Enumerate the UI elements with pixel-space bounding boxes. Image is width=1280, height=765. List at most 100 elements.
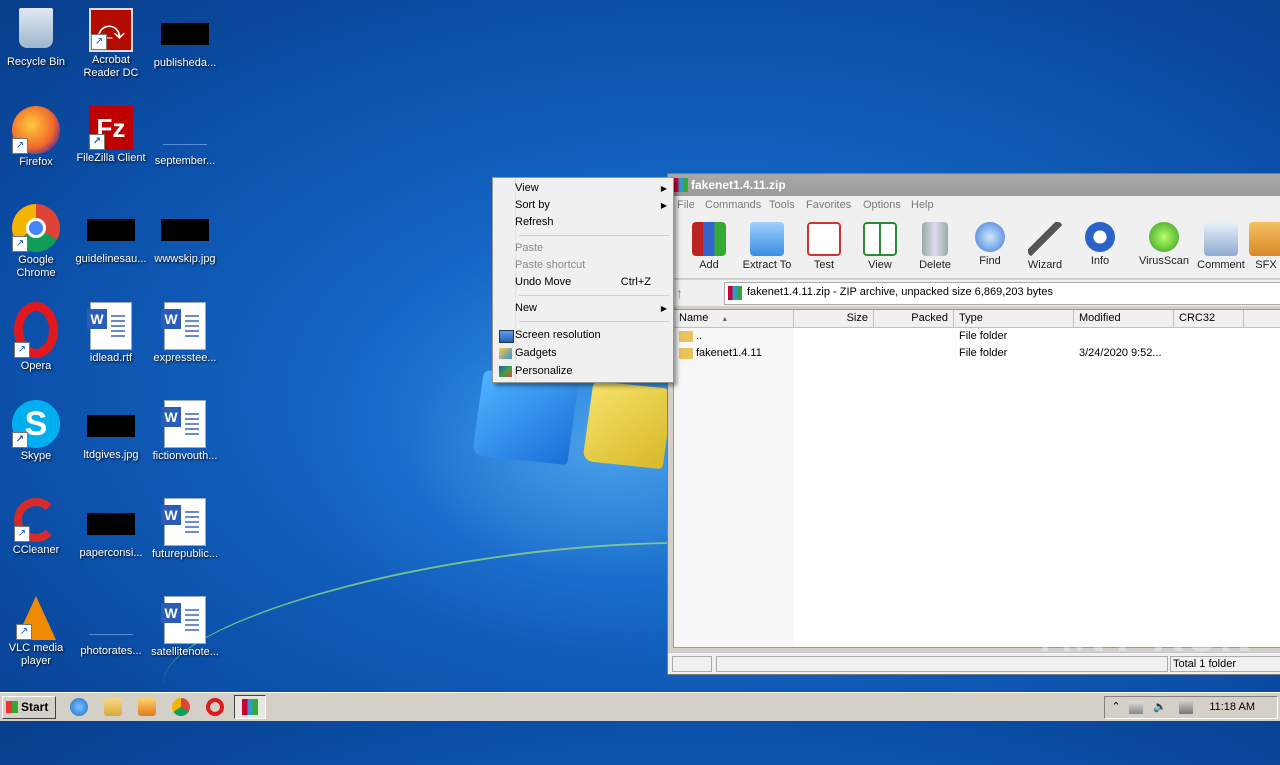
menu-options[interactable]: Options xyxy=(863,199,901,211)
windows-flag-icon xyxy=(6,701,18,713)
comment-icon xyxy=(1204,222,1238,256)
desktop-icon-opera[interactable]: ↗ Opera xyxy=(0,302,74,373)
desktop-icon-guidelinesau[interactable]: guidelinesau... xyxy=(73,204,149,266)
desktop-icon-photorates[interactable]: photorates... xyxy=(73,596,149,658)
column-header-modified[interactable]: Modified xyxy=(1074,310,1174,327)
desktop-icon-skype[interactable]: S ↗ Skype xyxy=(0,400,74,463)
drive-icon[interactable] xyxy=(672,656,712,672)
menu-item-paste-shortcut[interactable]: Paste shortcut xyxy=(515,257,671,274)
virusscan-button[interactable]: VirusScan xyxy=(1136,220,1192,267)
extract-folder-icon xyxy=(750,222,784,256)
menu-item-new[interactable]: New ▶ xyxy=(515,300,671,317)
file-list: Name ▲ Size Packed Type Modified CRC32 .… xyxy=(673,309,1280,648)
table-row[interactable]: fakenet1.4.11 File folder 3/24/2020 9:52… xyxy=(674,345,1280,362)
desktop-icon-google-chrome[interactable]: ↗ Google Chrome xyxy=(0,204,74,280)
desktop-icon-ccleaner[interactable]: ↗ CCleaner xyxy=(0,498,74,557)
menu-item-label: Paste xyxy=(515,242,544,254)
desktop-icon-label: ltdgives.jpg xyxy=(83,449,139,461)
menu-item-shortcut: Ctrl+Z xyxy=(620,276,651,288)
menu-item-view[interactable]: View ▶ xyxy=(515,180,671,197)
show-hidden-icons-icon[interactable]: ⌃ xyxy=(1109,701,1123,714)
desktop-icon-label: publisheda... xyxy=(153,57,217,69)
submenu-arrow-icon: ▶ xyxy=(660,184,667,193)
column-header-size[interactable]: Size xyxy=(794,310,874,327)
view-button[interactable]: View xyxy=(852,220,908,271)
column-header-name[interactable]: Name ▲ xyxy=(674,310,794,327)
window-title: fakenet1.4.11.zip xyxy=(691,178,786,192)
extract-to-button[interactable]: Extract To xyxy=(739,220,795,271)
explorer-folder-icon[interactable] xyxy=(104,698,122,716)
column-label: Name xyxy=(679,312,709,324)
archive-path-field[interactable]: fakenet1.4.11.zip - ZIP archive, unpacke… xyxy=(724,282,1280,305)
menu-item-undo-move[interactable]: Undo Move Ctrl+Z xyxy=(515,274,671,291)
desktop-icon-label: fictionvouth... xyxy=(152,450,218,462)
network-icon[interactable] xyxy=(1179,701,1193,714)
action-center-icon[interactable] xyxy=(1129,701,1143,714)
start-button[interactable]: Start xyxy=(2,696,56,719)
menu-item-screen-resolution[interactable]: Screen resolution xyxy=(515,327,671,344)
desktop-icon-ltdgives[interactable]: ltdgives.jpg xyxy=(73,400,149,462)
column-header-packed[interactable]: Packed xyxy=(874,310,954,327)
menu-separator xyxy=(519,235,669,236)
column-header-type[interactable]: Type xyxy=(954,310,1074,327)
toolbar-label: View xyxy=(868,259,892,271)
volume-icon[interactable]: 🔈 xyxy=(1153,701,1167,714)
system-tray: ⌃ 🔈 11:18 AM xyxy=(1104,696,1278,719)
desktop-icon-paperconsi[interactable]: paperconsi... xyxy=(73,498,149,560)
delete-button[interactable]: Delete xyxy=(907,220,963,271)
toolbar-label: SFX xyxy=(1255,259,1277,271)
desktop-icon-september[interactable]: september... xyxy=(147,106,223,168)
winrar-title-bar[interactable]: fakenet1.4.11.zip xyxy=(668,174,1280,196)
winrar-taskbar-button[interactable] xyxy=(234,695,266,719)
desktop-icon-label: paperconsi... xyxy=(79,547,143,559)
desktop-icon-satellitenote[interactable]: W satellitenote... xyxy=(147,596,223,659)
menu-tools[interactable]: Tools xyxy=(769,199,795,211)
find-button[interactable]: Find xyxy=(962,220,1018,267)
acrobat-icon: ⤼ ↗ xyxy=(89,8,133,52)
desktop-icon-publisheda[interactable]: publisheda... xyxy=(147,8,223,70)
info-button[interactable]: Info xyxy=(1072,220,1128,267)
opera-taskbar-icon[interactable] xyxy=(206,698,224,716)
desktop-icon-fictionvouth[interactable]: W fictionvouth... xyxy=(147,400,223,463)
comment-button[interactable]: Comment xyxy=(1193,220,1249,271)
menu-help[interactable]: Help xyxy=(911,199,934,211)
desktop-icon-wwwskip[interactable]: wwwskip.jpg xyxy=(147,204,223,266)
menu-file[interactable]: File xyxy=(677,199,695,211)
column-header-crc32[interactable]: CRC32 xyxy=(1174,310,1244,327)
desktop-icon-recycle-bin[interactable]: Recycle Bin xyxy=(0,8,74,69)
menu-item-paste[interactable]: Paste xyxy=(515,240,671,257)
menu-item-label: Personalize xyxy=(515,365,573,377)
winrar-window: fakenet1.4.11.zip File Commands Tools Fa… xyxy=(667,173,1280,675)
menu-item-label: Gadgets xyxy=(515,347,557,359)
menu-favorites[interactable]: Favorites xyxy=(806,199,851,211)
desktop-icon-acrobat[interactable]: ⤼ ↗ Acrobat Reader DC xyxy=(73,8,149,80)
desktop-icon-filezilla[interactable]: Fz ↗ FileZilla Client xyxy=(73,106,149,165)
desktop-icon-vlc[interactable]: ↗ VLC media player xyxy=(0,596,74,668)
desktop-icon-expresstee[interactable]: W expresstee... xyxy=(147,302,223,365)
sfx-button[interactable]: SFX xyxy=(1246,220,1280,271)
menu-item-refresh[interactable]: Refresh xyxy=(515,214,671,231)
firefox-icon: ↗ xyxy=(12,106,60,154)
internet-explorer-icon[interactable] xyxy=(70,698,88,716)
table-row[interactable]: .. File folder xyxy=(674,328,1280,345)
wizard-button[interactable]: Wizard xyxy=(1017,220,1073,271)
test-button[interactable]: Test xyxy=(796,220,852,271)
desktop-icon-idlead[interactable]: W idlead.rtf xyxy=(73,302,149,365)
add-button[interactable]: Add xyxy=(681,220,737,271)
sfx-icon xyxy=(1249,222,1280,256)
chrome-taskbar-icon[interactable] xyxy=(172,698,190,716)
up-arrow-icon[interactable]: ↑ xyxy=(676,284,716,302)
clock[interactable]: 11:18 AM xyxy=(1209,697,1255,718)
desktop-icon-label: Opera xyxy=(20,360,52,372)
desktop-icon-label: wwwskip.jpg xyxy=(154,253,216,265)
toolbar-label: VirusScan xyxy=(1139,255,1189,267)
desktop-icon-firefox[interactable]: ↗ Firefox xyxy=(0,106,74,169)
ccleaner-icon: ↗ xyxy=(14,498,58,542)
wallpaper-windows-logo xyxy=(472,370,678,505)
desktop-icon-futurepublic[interactable]: W futurepublic... xyxy=(147,498,223,561)
menu-item-gadgets[interactable]: Gadgets xyxy=(515,345,671,362)
menu-item-sort-by[interactable]: Sort by ▶ xyxy=(515,197,671,214)
menu-commands[interactable]: Commands xyxy=(705,199,761,211)
media-player-icon[interactable] xyxy=(138,698,156,716)
menu-item-personalize[interactable]: Personalize xyxy=(515,363,671,380)
